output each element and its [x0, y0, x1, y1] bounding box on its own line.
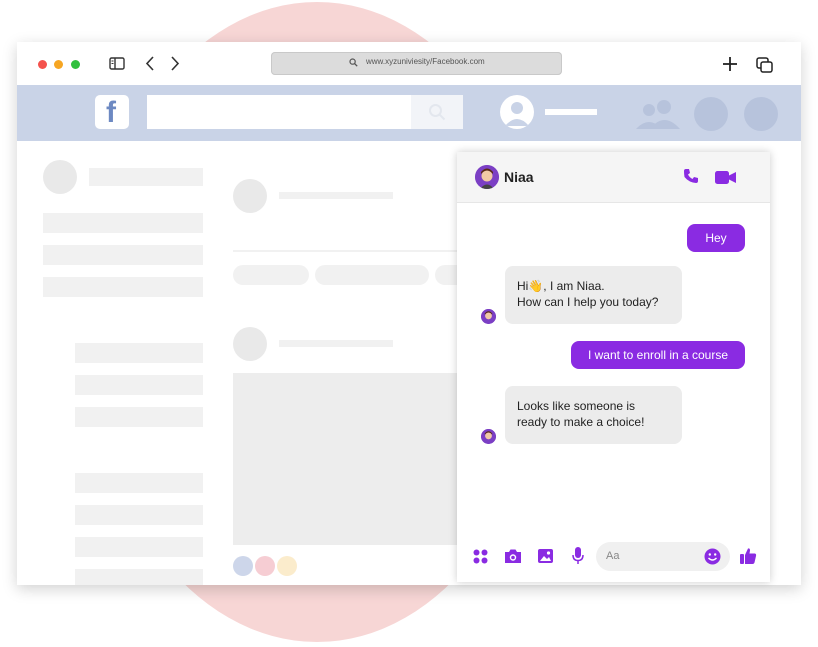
image-icon[interactable]	[537, 548, 554, 564]
message-incoming: Hi👋, I am Niaa. How can I help you today…	[505, 266, 682, 324]
left-menu-placeholder	[75, 505, 203, 525]
maximize-window-button[interactable]	[71, 60, 80, 69]
post-avatar-placeholder	[233, 327, 267, 361]
facebook-logo[interactable]: f	[95, 95, 129, 129]
apps-icon[interactable]	[473, 549, 488, 564]
search-icon	[429, 104, 446, 121]
post-avatar-placeholder	[233, 179, 267, 213]
contact-avatar-illustration	[475, 165, 499, 189]
video-icon[interactable]	[715, 171, 736, 184]
post-image-placeholder	[233, 373, 473, 545]
emoji-icon[interactable]	[704, 548, 721, 565]
thumbs-up-icon[interactable]	[739, 547, 757, 565]
contact-avatar-small	[481, 309, 496, 324]
left-menu-placeholder	[75, 473, 203, 493]
divider	[233, 250, 473, 252]
left-menu-placeholder	[43, 213, 203, 233]
message-input[interactable]: Aa	[596, 542, 730, 571]
facebook-header: f	[17, 85, 801, 141]
notifications-icon[interactable]	[744, 97, 778, 131]
message-line: How can I help you today?	[517, 295, 659, 309]
message-input-placeholder: Aa	[606, 550, 620, 562]
address-bar[interactable]: www.xyzuniviesity/Facebook.com	[271, 52, 562, 75]
left-menu-placeholder	[75, 537, 203, 557]
user-icon	[505, 102, 529, 126]
address-bar-url: www.xyzuniviesity/Facebook.com	[366, 57, 485, 66]
back-icon[interactable]	[145, 56, 155, 71]
reaction-dot	[277, 556, 297, 576]
contact-name: Niaa	[504, 169, 534, 185]
profile-avatar[interactable]	[500, 95, 534, 129]
left-avatar-placeholder	[43, 160, 77, 194]
phone-icon[interactable]	[683, 168, 699, 184]
left-menu-placeholder	[75, 343, 203, 363]
message-outgoing: Hey	[687, 224, 745, 252]
left-menu-placeholder	[43, 245, 203, 265]
chat-header: Niaa	[457, 152, 770, 203]
facebook-search-input[interactable]	[147, 95, 411, 129]
message-line: Looks like someone is	[517, 399, 636, 413]
facebook-logo-letter: f	[106, 96, 116, 129]
contact-avatar-small	[481, 429, 496, 444]
left-menu-placeholder	[75, 407, 203, 427]
friends-icon[interactable]	[634, 97, 682, 131]
tabs-icon[interactable]	[756, 57, 773, 73]
reaction-dot	[233, 556, 253, 576]
action-pill-placeholder	[233, 265, 309, 285]
mic-icon[interactable]	[572, 547, 584, 565]
message-line: Hi👋, I am Niaa.	[517, 279, 605, 293]
message-outgoing: I want to enroll in a course	[571, 341, 745, 369]
contact-avatar-illustration	[481, 429, 496, 444]
camera-icon[interactable]	[504, 548, 522, 564]
message-incoming: Looks like someone is ready to make a ch…	[505, 386, 682, 444]
browser-titlebar: www.xyzuniviesity/Facebook.com	[17, 42, 801, 85]
minimize-window-button[interactable]	[54, 60, 63, 69]
reaction-dot	[255, 556, 275, 576]
messages-icon[interactable]	[694, 97, 728, 131]
left-menu-placeholder	[43, 277, 203, 297]
post-name-placeholder	[279, 340, 393, 347]
close-window-button[interactable]	[38, 60, 47, 69]
facebook-search-button[interactable]	[411, 95, 463, 129]
left-name-placeholder	[89, 168, 203, 186]
sidebar-icon[interactable]	[109, 57, 125, 70]
message-composer: Aa	[457, 534, 770, 582]
left-menu-placeholder	[75, 569, 203, 585]
message-line: ready to make a choice!	[517, 415, 645, 429]
contact-avatar-illustration	[481, 309, 496, 324]
contact-avatar[interactable]	[475, 165, 499, 189]
forward-icon[interactable]	[170, 56, 180, 71]
profile-name-placeholder	[545, 109, 597, 115]
new-tab-icon[interactable]	[723, 57, 737, 71]
action-pill-placeholder	[315, 265, 429, 285]
left-menu-placeholder	[75, 375, 203, 395]
search-icon	[349, 58, 358, 67]
chat-window: Niaa Hey Hi👋, I am Niaa. How can I help …	[457, 152, 770, 582]
post-name-placeholder	[279, 192, 393, 199]
